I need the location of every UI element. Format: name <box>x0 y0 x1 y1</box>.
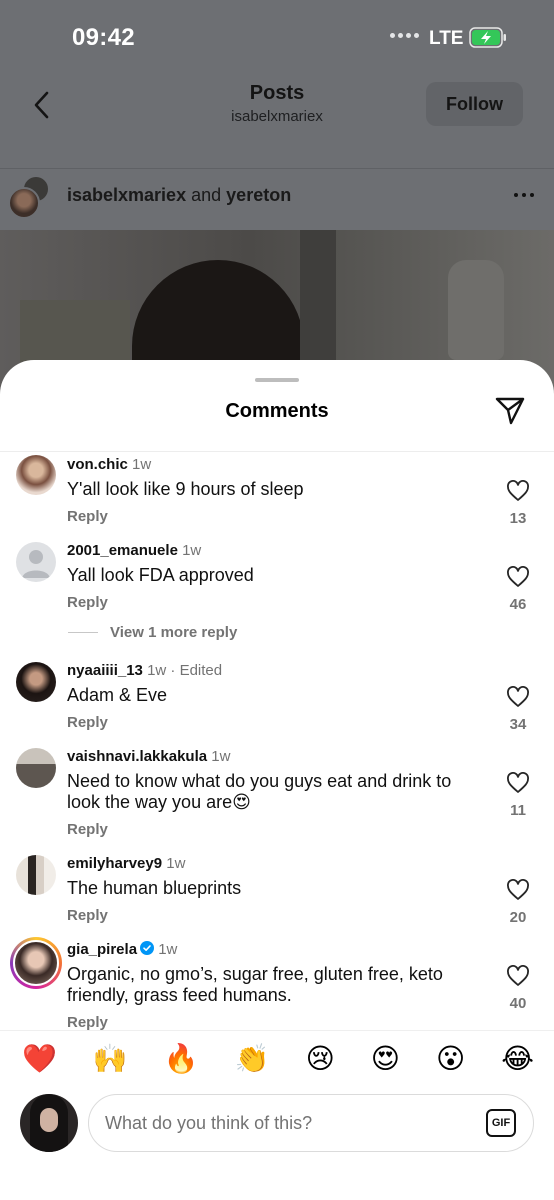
avatar[interactable] <box>16 542 56 582</box>
reaction-heart-eyes[interactable]: 😍 <box>371 1043 400 1088</box>
reaction-clap[interactable]: 👏 <box>235 1043 270 1088</box>
like-count: 46 <box>509 596 527 613</box>
status-time: 09:42 <box>72 24 135 51</box>
collab-avatars[interactable] <box>8 175 54 219</box>
reaction-crying[interactable]: 😢 <box>306 1043 335 1088</box>
like-count: 11 <box>510 802 526 819</box>
post-authors[interactable]: isabelxmariex and yereton <box>67 185 291 206</box>
author-name[interactable]: yereton <box>226 185 291 205</box>
comment-item: emilyharvey9 1w The human blueprints Rep… <box>0 851 554 937</box>
reaction-surprised[interactable]: 😮 <box>436 1043 465 1088</box>
like-heart-icon[interactable] <box>506 965 530 987</box>
reply-button[interactable]: Reply <box>67 508 108 525</box>
author-joiner: and <box>191 185 222 205</box>
comment-username[interactable]: 2001_emanuele 1w <box>67 542 201 559</box>
reply-button[interactable]: Reply <box>67 1014 108 1030</box>
comment-item: von.chic 1w Y'all look like 9 hours of s… <box>0 452 554 538</box>
post-screen-background: 09:42 LTE Posts isabelxmariex Follow isa… <box>0 0 554 420</box>
sheet-title: Comments <box>225 400 329 422</box>
reply-button[interactable]: Reply <box>67 907 108 924</box>
like-count: 13 <box>509 510 527 527</box>
post-author-row: isabelxmariex and yereton <box>0 168 554 222</box>
signal-icon <box>390 33 419 38</box>
comment-text: Y'all look like 9 hours of sleep <box>67 479 304 499</box>
like-heart-icon[interactable] <box>506 480 530 502</box>
comment-item: nyaaiiii_13 1w · Edited Adam & Eve Reply… <box>0 658 554 744</box>
reaction-laughing[interactable]: 😂 <box>501 1043 534 1088</box>
comment-text: Adam & Eve <box>67 685 168 705</box>
reaction-fire[interactable]: 🔥 <box>164 1043 199 1088</box>
post-header: Posts isabelxmariex Follow <box>0 70 554 140</box>
network-label: LTE <box>429 28 464 49</box>
story-ring-avatar[interactable] <box>10 937 62 989</box>
battery-charging-icon <box>469 27 506 48</box>
quick-reactions-bar: ❤️ 🙌 🔥 👏 😢 😍 😮 😂 <box>0 1030 554 1088</box>
comment-composer: GIF <box>0 1090 554 1170</box>
comment-username[interactable]: emilyharvey9 1w <box>67 855 185 872</box>
avatar[interactable] <box>16 455 56 495</box>
comment-text: Need to know what do you guys eat and dr… <box>67 771 452 812</box>
like-heart-icon[interactable] <box>506 879 530 901</box>
comment-username[interactable]: von.chic 1w <box>67 456 151 473</box>
comment-input[interactable] <box>88 1094 534 1152</box>
follow-button[interactable]: Follow <box>426 82 523 126</box>
reaction-raised-hands[interactable]: 🙌 <box>93 1043 128 1088</box>
comment-text: Organic, no gmo’s, sugar free, gluten fr… <box>67 964 443 1005</box>
comment-item: vaishnavi.lakkakula 1w Need to know what… <box>0 744 554 851</box>
like-count: 34 <box>509 716 527 733</box>
comment-username[interactable]: vaishnavi.lakkakula 1w <box>67 748 230 765</box>
like-heart-icon[interactable] <box>506 566 530 588</box>
like-count: 20 <box>509 909 527 926</box>
avatar[interactable] <box>16 662 56 702</box>
comment-text: Yall look FDA approved <box>67 565 254 585</box>
comment-text: The human blueprints <box>67 878 242 898</box>
status-bar: 09:42 LTE <box>0 0 554 70</box>
reply-button[interactable]: Reply <box>67 594 108 611</box>
like-count: 40 <box>509 995 527 1012</box>
view-more-replies[interactable]: View 1 more reply <box>68 624 237 641</box>
like-heart-icon[interactable] <box>506 686 530 708</box>
reaction-heart[interactable]: ❤️ <box>22 1043 57 1088</box>
gif-button[interactable]: GIF <box>486 1109 516 1137</box>
share-send-icon[interactable] <box>494 396 526 426</box>
comment-username[interactable]: gia_pirela 1w <box>67 941 177 958</box>
comments-list[interactable]: von.chic 1w Y'all look like 9 hours of s… <box>0 452 554 1030</box>
comments-sheet: Comments von.chic 1w Y'all look like 9 h… <box>0 360 554 1200</box>
reply-button[interactable]: Reply <box>67 821 108 838</box>
like-heart-icon[interactable] <box>506 772 530 794</box>
reply-button[interactable]: Reply <box>67 714 108 731</box>
comment-username[interactable]: nyaaiiii_13 1w · Edited <box>67 662 222 679</box>
current-user-avatar <box>20 1094 78 1152</box>
avatar[interactable] <box>16 855 56 895</box>
comment-item: 2001_emanuele 1w Yall look FDA approved … <box>0 538 554 658</box>
verified-badge-icon <box>140 941 155 955</box>
comment-item: gia_pirela 1w Organic, no gmo’s, sugar f… <box>0 937 554 1030</box>
sheet-grabber[interactable] <box>255 378 299 382</box>
avatar <box>8 187 40 219</box>
more-options-icon[interactable] <box>514 193 534 197</box>
avatar[interactable] <box>16 748 56 788</box>
author-name[interactable]: isabelxmariex <box>67 185 186 205</box>
